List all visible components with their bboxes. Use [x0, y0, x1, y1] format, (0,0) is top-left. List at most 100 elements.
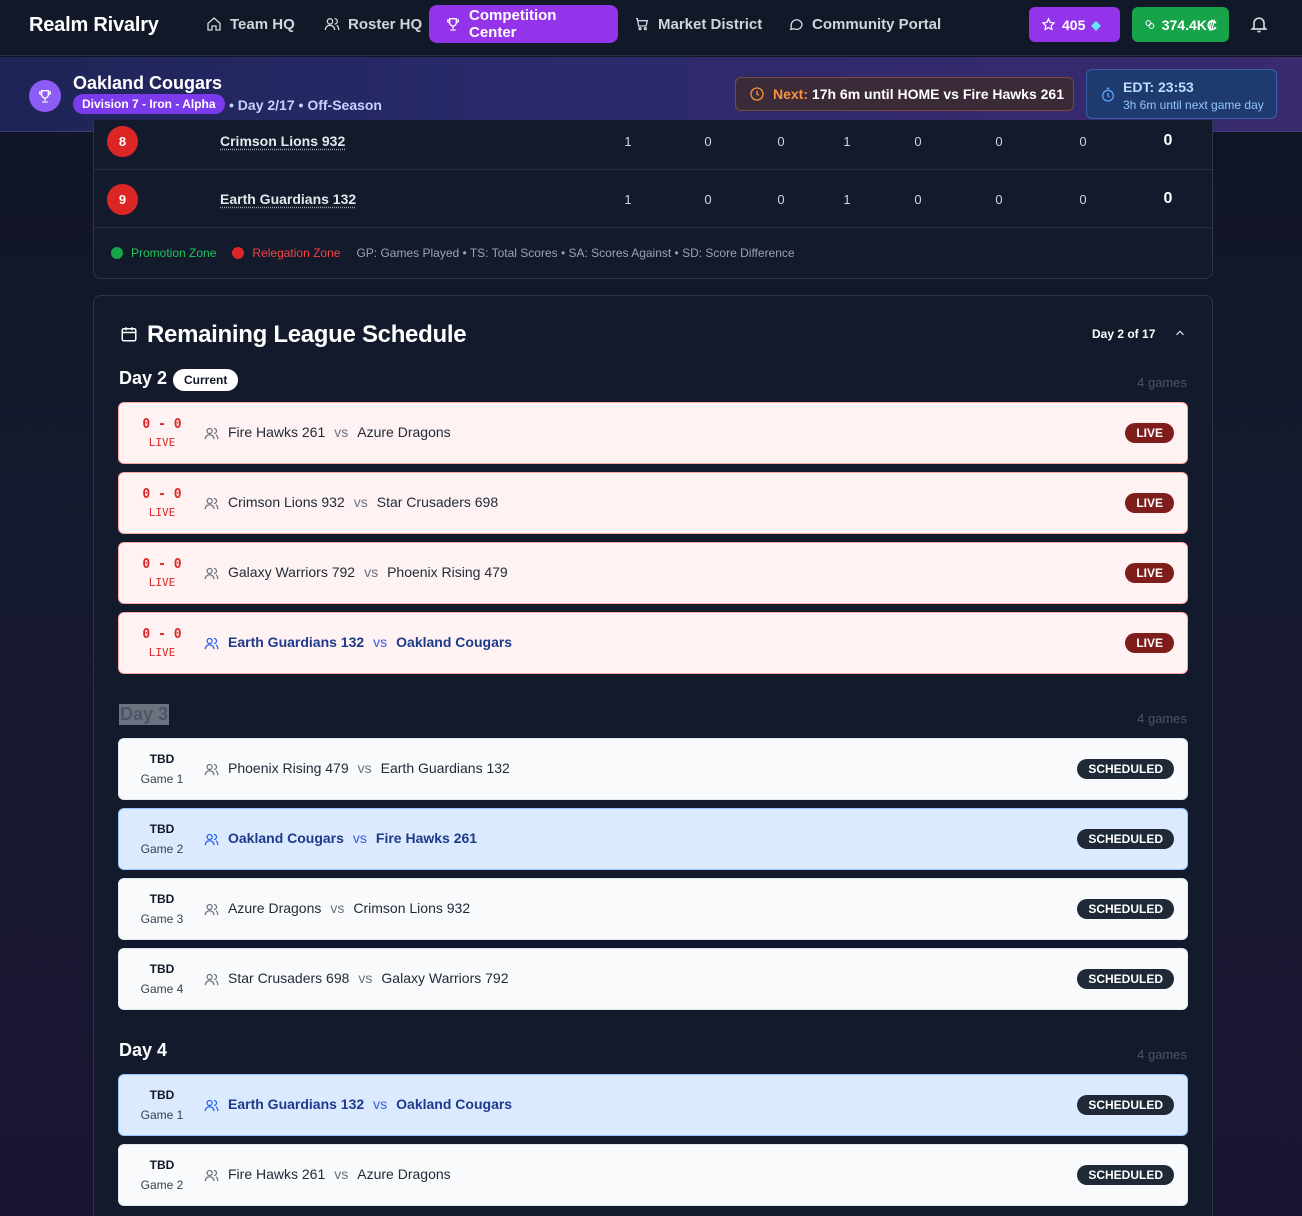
match-state: LIVE [148, 506, 176, 519]
team-link[interactable]: Earth Guardians 132 [220, 191, 356, 207]
brand-logo[interactable]: Realm Rivalry [29, 14, 159, 37]
collapse-button[interactable] [1173, 326, 1187, 340]
relegation-dot [232, 247, 245, 259]
vs-label: vs [334, 1166, 349, 1182]
away-team[interactable]: Fire Hawks 261 [376, 830, 477, 846]
chat-icon [789, 19, 803, 31]
home-team[interactable]: Earth Guardians 132 [228, 634, 364, 650]
credits-button[interactable]: 374.4K₡ [1132, 7, 1229, 42]
match-card[interactable]: TBD Game 2 Oakland Cougars vs Fire Hawks 261… [118, 808, 1188, 870]
schedule-day-indicator: Day 2 of 17 [1092, 327, 1156, 341]
away-team[interactable]: Azure Dragons [357, 1166, 450, 1182]
matchup: Star Crusaders 698 vs Galaxy Warriors 792 [228, 970, 508, 986]
games-count: 4 games [1137, 1047, 1187, 1062]
vs-label: vs [373, 634, 388, 650]
match-card[interactable]: 0 - 0 LIVE Galaxy Warriors 792 vs Phoenix Ri… [118, 542, 1188, 604]
nav-competition-center[interactable]: Competition Center [429, 5, 618, 43]
stat-cell: 1 [624, 192, 632, 207]
match-card[interactable]: TBD Game 4 Star Crusaders 698 vs Galaxy Warr… [118, 948, 1188, 1010]
stat-cell: 0 [914, 134, 922, 149]
points-cell: 0 [1163, 132, 1173, 149]
match-score: 0 - 0 [142, 417, 182, 432]
gems-button[interactable]: 405 ◆ [1029, 7, 1120, 42]
away-team[interactable]: Oakland Cougars [396, 634, 512, 650]
match-card[interactable]: 0 - 0 LIVE Crimson Lions 932 vs Star Crusade… [118, 472, 1188, 534]
games-count: 4 games [1137, 711, 1187, 726]
away-team[interactable]: Star Crusaders 698 [377, 494, 498, 510]
home-team[interactable]: Earth Guardians 132 [228, 1096, 364, 1112]
nav-team-hq[interactable]: Team HQ [196, 5, 305, 43]
legend-abbreviations: GP: Games Played • TS: Total Scores • SA… [356, 246, 795, 260]
match-card[interactable]: 0 - 0 LIVE Earth Guardians 132 vs Oakland Co… [118, 612, 1188, 674]
stat-cell: 0 [704, 192, 712, 207]
match-status-badge: SCHEDULED [1077, 899, 1174, 919]
day-heading: Day 3 [119, 704, 170, 725]
home-team[interactable]: Galaxy Warriors 792 [228, 564, 355, 580]
match-card[interactable]: TBD Game 2 Fire Hawks 261 vs Azure Dragons SC… [118, 1144, 1188, 1206]
bell-icon [1250, 17, 1268, 33]
season-phase: Off-Season [307, 97, 382, 113]
game-number: Game 2 [140, 1178, 184, 1192]
vs-label: vs [357, 760, 372, 776]
stat-cell: 0 [1079, 192, 1087, 207]
away-team[interactable]: Azure Dragons [357, 424, 450, 440]
match-card[interactable]: TBD Game 1 Earth Guardians 132 vs Oakland Co… [118, 1074, 1188, 1136]
matchup: Earth Guardians 132 vs Oakland Cougars [228, 634, 512, 650]
match-card[interactable]: TBD Game 3 Azure Dragons vs Crimson Lions 93… [118, 878, 1188, 940]
home-team[interactable]: Phoenix Rising 479 [228, 760, 349, 776]
away-team[interactable]: Oakland Cougars [396, 1096, 512, 1112]
season-day: Day 2/17 [237, 97, 295, 113]
stat-cell: 0 [704, 134, 712, 149]
vs-label: vs [353, 494, 368, 510]
promotion-dot [111, 247, 123, 259]
match-status-badge: LIVE [1125, 633, 1174, 653]
users-icon [204, 566, 219, 581]
away-team[interactable]: Earth Guardians 132 [381, 760, 510, 776]
relegation-label: Relegation Zone [252, 246, 341, 260]
users-icon [324, 18, 340, 31]
stat-cell: 1 [843, 192, 851, 207]
home-team[interactable]: Star Crusaders 698 [228, 970, 349, 986]
next-label: Next: [773, 86, 809, 102]
home-team[interactable]: Fire Hawks 261 [228, 424, 325, 440]
cart-icon [636, 18, 649, 31]
vs-label: vs [358, 970, 373, 986]
match-score: 0 - 0 [142, 627, 182, 642]
match-card[interactable]: 0 - 0 LIVE Fire Hawks 261 vs Azure Dragons LI… [118, 402, 1188, 464]
team-link[interactable]: Crimson Lions 932 [220, 133, 345, 149]
next-game-banner[interactable]: Next: 17h 6m until HOME vs Fire Hawks 26… [735, 77, 1074, 111]
away-team[interactable]: Galaxy Warriors 792 [381, 970, 508, 986]
home-team[interactable]: Azure Dragons [228, 900, 321, 916]
coins-icon [1145, 20, 1155, 29]
edt-countdown: 3h 6m until next game day [1123, 98, 1264, 112]
vs-label: vs [364, 564, 379, 580]
match-score-block: 0 - 0 LIVE [119, 473, 205, 533]
nav-community-portal[interactable]: Community Portal [778, 5, 951, 43]
nav-market-district[interactable]: Market District [624, 5, 772, 43]
home-team[interactable]: Oakland Cougars [228, 830, 344, 846]
game-number: Game 2 [140, 842, 184, 856]
match-status-badge: LIVE [1125, 493, 1174, 513]
notifications-button[interactable] [1249, 14, 1269, 34]
home-team[interactable]: Fire Hawks 261 [228, 1166, 325, 1182]
home-team[interactable]: Crimson Lions 932 [228, 494, 345, 510]
matchup: Fire Hawks 261 vs Azure Dragons [228, 424, 451, 440]
users-icon [204, 426, 219, 441]
game-number: Game 4 [140, 982, 184, 996]
match-card[interactable]: TBD Game 1 Phoenix Rising 479 vs Earth Guard… [118, 738, 1188, 800]
vs-label: vs [373, 1096, 388, 1112]
nav-roster-hq-label: Roster HQ [348, 15, 423, 33]
chevron-up-icon [1176, 330, 1184, 336]
table-row: 8 Crimson Lions 932 1 0 0 1 0 0 0 0 [94, 113, 1212, 170]
stat-cell: 0 [777, 134, 785, 149]
division-badge: Division 7 - Iron - Alpha [73, 94, 225, 114]
nav-roster-hq[interactable]: Roster HQ [314, 5, 432, 43]
away-team[interactable]: Crimson Lions 932 [353, 900, 470, 916]
matchup: Fire Hawks 261 vs Azure Dragons [228, 1166, 451, 1182]
matchup: Earth Guardians 132 vs Oakland Cougars [228, 1096, 512, 1112]
away-team[interactable]: Phoenix Rising 479 [387, 564, 508, 580]
match-time-block: TBD Game 1 [119, 1075, 205, 1135]
day-heading: Day 4 [119, 1040, 168, 1060]
stat-cell: 0 [995, 134, 1003, 149]
vs-label: vs [330, 900, 345, 916]
